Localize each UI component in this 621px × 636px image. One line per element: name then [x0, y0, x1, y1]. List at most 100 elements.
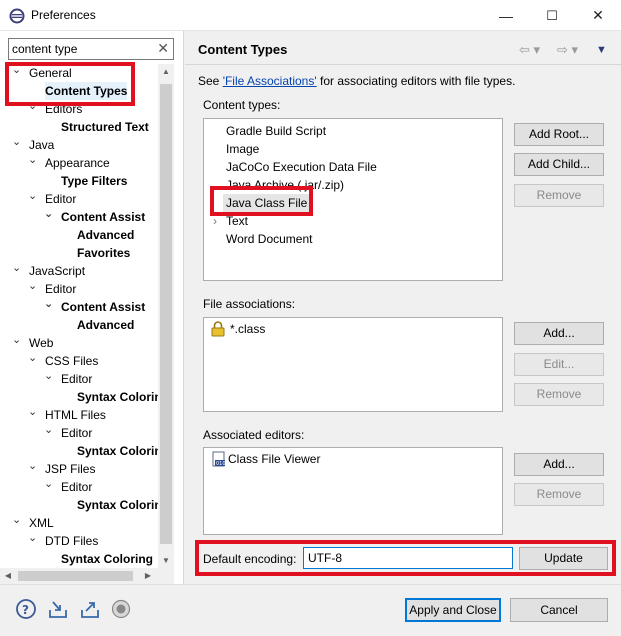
tree-item-label: Web — [29, 336, 54, 350]
scroll-up-icon[interactable]: ▲ — [158, 64, 174, 80]
tree-item[interactable]: Structured Text — [61, 118, 149, 136]
tree-item[interactable]: Syntax Coloring — [77, 388, 169, 406]
close-button[interactable]: ✕ — [575, 0, 621, 31]
chevron-down-icon[interactable]: ⌄ — [12, 511, 26, 529]
lock-icon — [211, 321, 225, 337]
import-icon[interactable] — [47, 598, 69, 620]
chevron-down-icon[interactable]: ⌄ — [28, 277, 42, 295]
add-child-button[interactable]: Add Child... — [514, 153, 604, 176]
back-icon[interactable]: ⇦ ▾ — [519, 42, 540, 58]
chevron-right-icon[interactable]: › — [213, 212, 217, 230]
tree-item[interactable]: ⌄ Content Assist — [44, 208, 145, 226]
scroll-left-icon[interactable]: ◀ — [0, 568, 16, 584]
tree-item[interactable]: ⌄ Editor — [44, 424, 92, 442]
file-associations-link[interactable]: 'File Associations' — [223, 74, 317, 88]
remove-type-button[interactable]: Remove — [514, 184, 604, 207]
filter-input[interactable] — [12, 41, 152, 57]
tree-item-label: Advanced — [77, 318, 135, 332]
chevron-down-icon[interactable]: ⌄ — [44, 367, 58, 385]
chevron-down-icon[interactable]: ⌄ — [28, 403, 42, 421]
add-association-button[interactable]: Add... — [514, 322, 604, 345]
chevron-down-icon[interactable]: ⌄ — [28, 151, 42, 169]
chevron-down-icon[interactable]: ⌄ — [12, 64, 26, 79]
maximize-button[interactable]: ☐ — [529, 0, 575, 31]
tree-item[interactable]: Advanced — [77, 316, 134, 334]
tree-item-label: Editor — [61, 372, 93, 386]
tree-horizontal-scrollbar[interactable]: ◀ ▶ — [0, 568, 174, 584]
window-title: Preferences — [31, 8, 96, 22]
scroll-right-icon[interactable]: ▶ — [140, 568, 156, 584]
chevron-down-icon[interactable]: ⌄ — [28, 97, 42, 115]
associated-editors-list[interactable]: 010 Class File Viewer — [203, 447, 503, 535]
add-root-button[interactable]: Add Root... — [514, 123, 604, 146]
content-type-item[interactable]: › Text — [213, 212, 249, 230]
minimize-button[interactable]: — — [483, 0, 529, 31]
content-type-item[interactable]: Image — [226, 140, 259, 158]
tree-item-label: Editor — [61, 480, 93, 494]
tree-item-label: HTML Files — [45, 408, 106, 422]
tree-item[interactable]: Syntax Coloring — [61, 550, 153, 568]
encoding-input[interactable]: UTF-8 — [303, 547, 513, 569]
list-item[interactable]: Class File Viewer — [228, 450, 320, 468]
chevron-down-icon[interactable]: ⌄ — [12, 259, 26, 277]
add-editor-button[interactable]: Add... — [514, 453, 604, 476]
apply-and-close-button[interactable]: Apply and Close — [405, 598, 501, 622]
forward-icon[interactable]: ⇨ ▾ — [557, 42, 578, 58]
content-type-item[interactable]: Gradle Build Script — [226, 122, 326, 140]
tree-item-label: Favorites — [77, 246, 131, 260]
tree-item[interactable]: Syntax Coloring — [77, 496, 169, 514]
remove-editor-button[interactable]: Remove — [514, 483, 604, 506]
hscroll-thumb[interactable] — [18, 571, 133, 581]
tree-item[interactable]: ⌄ Editors — [28, 100, 82, 118]
tree-item-label: CSS Files — [45, 354, 99, 368]
chevron-down-icon[interactable]: ⌄ — [44, 421, 58, 439]
content-type-item[interactable]: Word Document — [226, 230, 312, 248]
chevron-down-icon[interactable]: ⌄ — [44, 205, 58, 223]
chevron-down-icon[interactable]: ⌄ — [44, 475, 58, 493]
chevron-down-icon[interactable]: ⌄ — [28, 529, 42, 547]
chevron-down-icon[interactable]: ⌄ — [12, 331, 26, 349]
tree-item[interactable]: ⌄ General — [12, 64, 72, 82]
help-icon[interactable]: ? — [15, 598, 37, 620]
chevron-down-icon[interactable]: ⌄ — [12, 133, 26, 151]
tree-item[interactable]: Advanced — [77, 226, 134, 244]
clear-filter-icon[interactable]: ✕ — [157, 40, 169, 57]
tree-item[interactable]: Type Filters — [61, 172, 127, 190]
scroll-thumb[interactable] — [160, 84, 172, 544]
tree-item[interactable]: Favorites — [77, 244, 130, 262]
content-type-label: JaCoCo Execution Data File — [226, 160, 377, 174]
record-icon[interactable] — [110, 598, 132, 620]
tree-item[interactable]: Content Types — [45, 82, 128, 100]
scroll-down-icon[interactable]: ▼ — [158, 553, 174, 569]
filter-field[interactable]: ✕ — [8, 38, 174, 60]
cancel-button[interactable]: Cancel — [510, 598, 608, 622]
file-associations-list[interactable]: *.class — [203, 317, 503, 412]
tree-item[interactable]: Syntax Coloring — [77, 442, 169, 460]
content-type-item[interactable]: JaCoCo Execution Data File — [226, 158, 377, 176]
tree-item-label: Content Assist — [61, 300, 146, 314]
chevron-down-icon[interactable]: ⌄ — [44, 295, 58, 313]
content-types-list[interactable]: Gradle Build Script Image JaCoCo Execution… — [203, 118, 503, 281]
tree-item[interactable]: ⌄ Editor — [44, 478, 93, 496]
tree-vertical-scrollbar[interactable]: ▲ ▼ — [158, 64, 174, 569]
tree-item[interactable]: ⌄ Appearance — [28, 154, 110, 172]
chevron-down-icon[interactable]: ⌄ — [28, 187, 42, 205]
view-menu-icon[interactable]: ▼ — [596, 44, 607, 56]
content-type-item[interactable]: Java Archive (.jar/.zip) — [226, 176, 344, 194]
list-item[interactable]: *.class — [230, 320, 265, 338]
file-associations-label: File associations: — [203, 297, 296, 311]
update-button[interactable]: Update — [519, 547, 608, 570]
preference-tree[interactable]: ⌄ General Content Types ⌄ Editors Structured … — [0, 64, 170, 596]
tree-item-label: DTD Files — [45, 534, 99, 548]
content-type-label: Text — [226, 214, 249, 228]
tree-item[interactable]: ⌄ DTD Files — [28, 532, 99, 550]
content-type-item[interactable]: Java Class File — [223, 194, 311, 212]
tree-item[interactable]: ⌄ Content Assist — [44, 298, 146, 316]
export-icon[interactable] — [79, 598, 101, 620]
chevron-down-icon[interactable]: ⌄ — [28, 349, 42, 367]
tree-item[interactable]: ⌄ Editor — [44, 370, 93, 388]
chevron-down-icon[interactable]: ⌄ — [28, 457, 42, 475]
edit-association-button[interactable]: Edit... — [514, 353, 604, 376]
remove-association-button[interactable]: Remove — [514, 383, 604, 406]
svg-text:?: ? — [22, 603, 29, 617]
